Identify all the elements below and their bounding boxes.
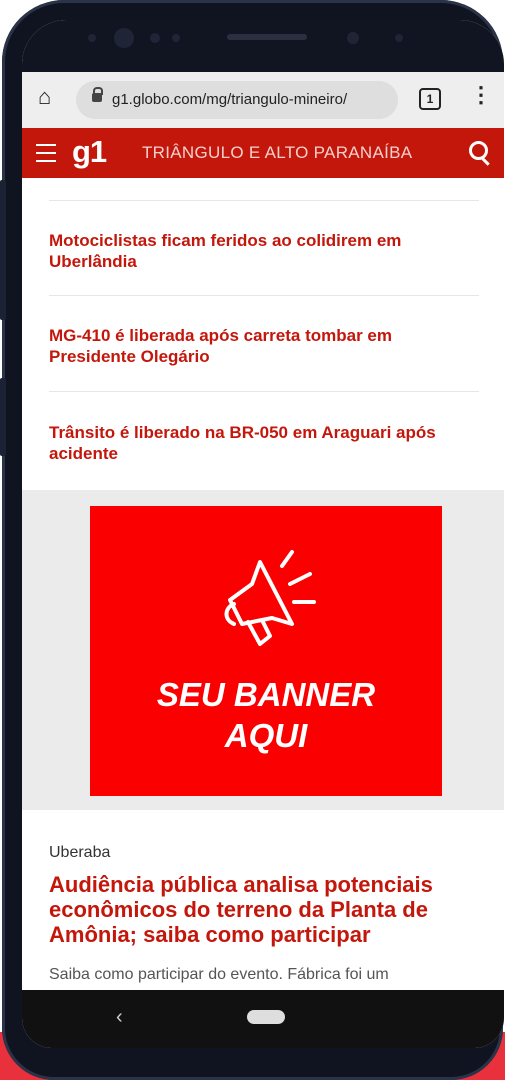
android-nav-bar: ‹ bbox=[22, 990, 504, 1048]
article-summary[interactable]: Saiba como participar do evento. Fábrica… bbox=[49, 966, 479, 984]
ad-line-1: SEU BANNER bbox=[156, 676, 376, 713]
article-headline[interactable]: Audiência pública analisa potenciais eco… bbox=[49, 872, 479, 947]
phone-frame: ⌂ g1.globo.com/mg/triangulo-mineiro/ 1 ⋮… bbox=[0, 0, 504, 1080]
status-bar bbox=[22, 20, 504, 72]
news-link[interactable]: MG-410 é liberada após carreta tombar em… bbox=[49, 325, 469, 367]
ad-zone: SEU BANNER AQUI bbox=[22, 490, 504, 810]
url-field[interactable]: g1.globo.com/mg/triangulo-mineiro/ bbox=[76, 81, 398, 119]
sensor-dot bbox=[347, 32, 359, 44]
back-icon[interactable]: ‹ bbox=[116, 1006, 123, 1029]
region-title[interactable]: TRIÂNGULO E ALTO PARANAÍBA bbox=[142, 143, 412, 163]
home-icon[interactable]: ⌂ bbox=[38, 86, 51, 108]
page-content: Motociclistas ficam feridos ao colidirem… bbox=[22, 178, 504, 998]
divider bbox=[49, 391, 479, 392]
divider bbox=[49, 295, 479, 296]
search-icon[interactable] bbox=[469, 141, 488, 160]
article-kicker: Uberaba bbox=[49, 844, 111, 861]
home-pill-button[interactable] bbox=[247, 1010, 285, 1024]
divider bbox=[49, 200, 479, 201]
sensor-dot bbox=[172, 34, 180, 42]
site-logo[interactable]: g1 bbox=[72, 134, 107, 170]
sensor-dot bbox=[395, 34, 403, 42]
earpiece-speaker bbox=[227, 34, 307, 40]
lock-icon bbox=[92, 87, 103, 102]
news-link[interactable]: Motociclistas ficam feridos ao colidirem… bbox=[49, 230, 469, 272]
tabs-icon[interactable]: 1 bbox=[419, 88, 441, 110]
url-text: g1.globo.com/mg/triangulo-mineiro/ bbox=[112, 91, 348, 108]
screen: ⌂ g1.globo.com/mg/triangulo-mineiro/ 1 ⋮… bbox=[22, 20, 504, 1048]
browser-address-bar: ⌂ g1.globo.com/mg/triangulo-mineiro/ 1 ⋮ bbox=[22, 72, 504, 129]
menu-icon[interactable]: ⋮ bbox=[470, 84, 492, 106]
sensor-dot bbox=[150, 33, 160, 43]
site-header: g1 TRIÂNGULO E ALTO PARANAÍBA bbox=[22, 128, 504, 178]
volume-button bbox=[0, 180, 6, 320]
side-button bbox=[0, 378, 6, 456]
hamburger-icon[interactable] bbox=[36, 144, 56, 162]
news-link[interactable]: Trânsito é liberado na BR-050 em Araguar… bbox=[49, 422, 469, 464]
ad-line-2: AQUI bbox=[224, 717, 308, 754]
ad-banner[interactable]: SEU BANNER AQUI bbox=[90, 506, 442, 796]
sensor-dot bbox=[88, 34, 96, 42]
ad-banner-text: SEU BANNER AQUI bbox=[90, 674, 442, 756]
megaphone-icon bbox=[224, 550, 316, 646]
front-camera bbox=[114, 28, 134, 48]
